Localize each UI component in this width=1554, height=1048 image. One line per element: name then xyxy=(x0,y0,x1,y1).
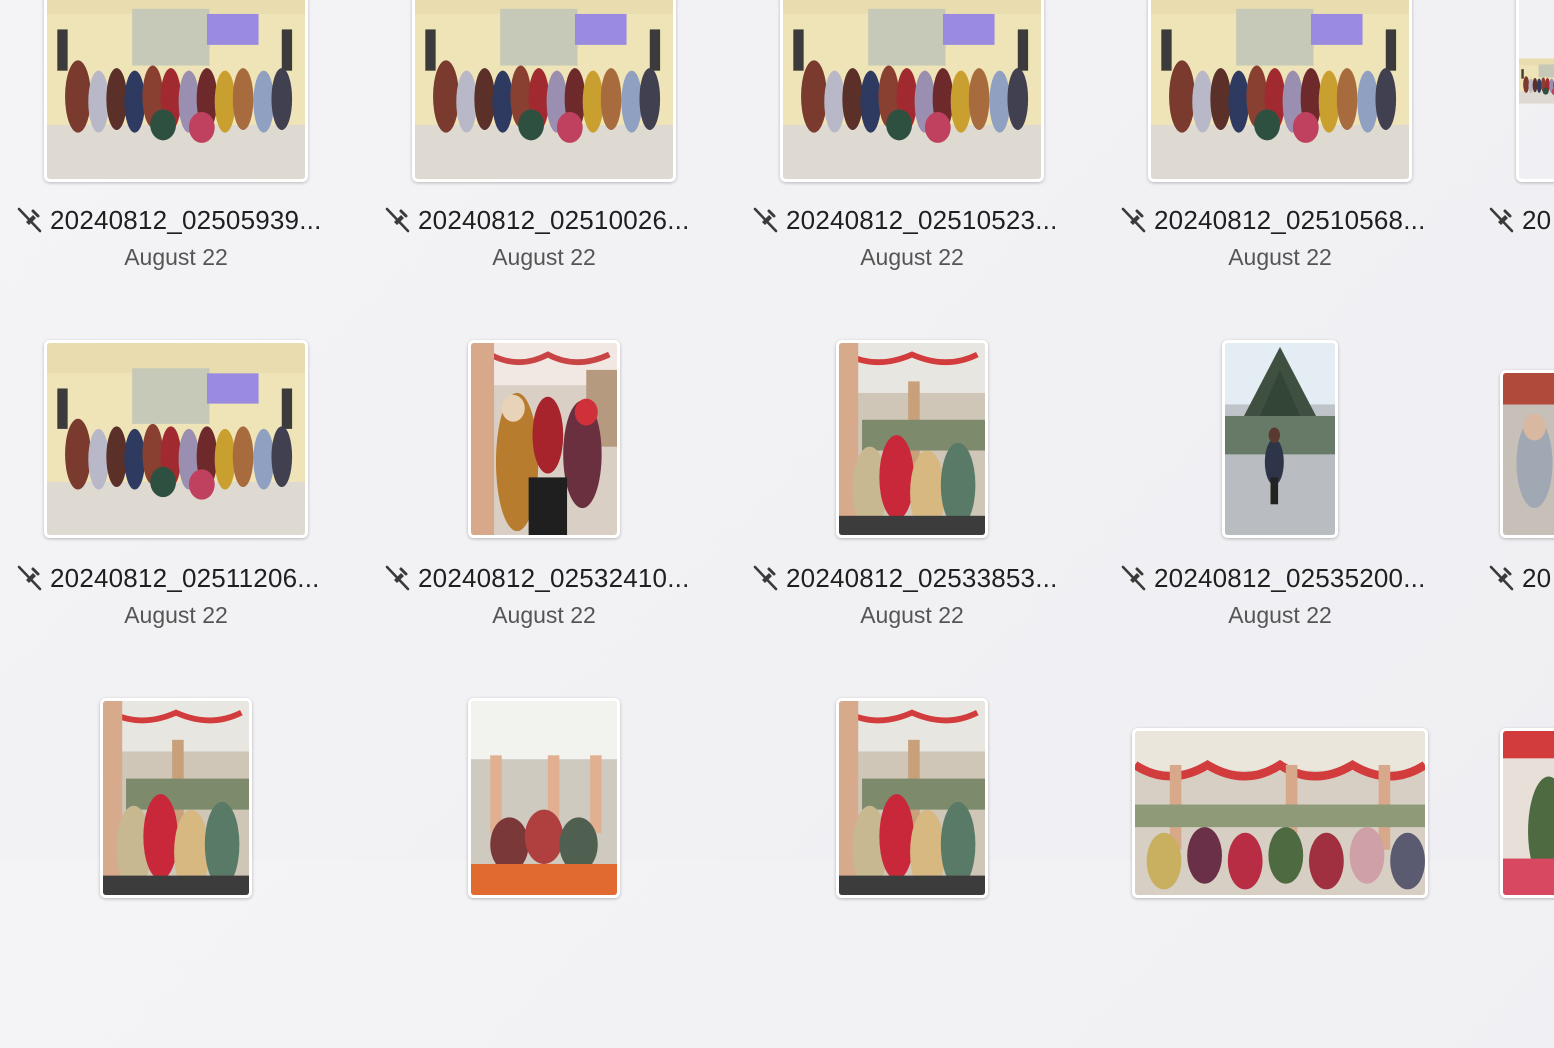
file-name: 20 xyxy=(1522,204,1552,235)
gallery-tile[interactable]: 20240812_02510026... August 22 xyxy=(368,0,728,330)
sync-off-icon xyxy=(382,205,412,235)
photo-thumbnail[interactable] xyxy=(1222,340,1338,538)
file-name: 20240812_02511206... xyxy=(50,562,320,593)
file-date: August 22 xyxy=(1228,602,1332,628)
photo-thumbnail[interactable] xyxy=(44,0,308,182)
gallery-tile[interactable]: 20 xyxy=(1472,340,1554,690)
file-name: 20240812_02533853... xyxy=(786,562,1058,593)
gallery-tile[interactable]: 20240812_02505939... August 22 xyxy=(0,0,360,330)
file-name: 20240812_02535200... xyxy=(1154,562,1426,593)
gallery-tile[interactable] xyxy=(1472,698,1554,1048)
photo-thumbnail[interactable] xyxy=(836,698,988,898)
sync-off-icon xyxy=(750,563,780,593)
sync-off-icon xyxy=(1118,563,1148,593)
file-date: August 22 xyxy=(124,244,228,270)
gallery-tile[interactable] xyxy=(368,698,728,1048)
sync-off-icon xyxy=(1486,563,1516,593)
gallery-tile[interactable] xyxy=(1104,698,1464,1048)
photo-gallery-grid: 20240812_02505939... August 22 20240812_… xyxy=(0,0,1554,898)
gallery-tile[interactable] xyxy=(736,698,1096,1048)
gallery-tile[interactable]: 20240812_02532410... August 22 xyxy=(368,340,728,690)
photo-thumbnail[interactable] xyxy=(468,340,620,538)
gallery-tile[interactable]: 20240812_02510523... August 22 xyxy=(736,0,1096,330)
file-name: 20240812_02510026... xyxy=(418,204,690,235)
gallery-tile[interactable]: 20240812_02533853... August 22 xyxy=(736,340,1096,690)
gallery-tile[interactable]: 20240812_02535200... August 22 xyxy=(1104,340,1464,690)
photo-thumbnail[interactable] xyxy=(100,698,252,898)
gallery-tile[interactable]: 20240812_02510568... August 22 xyxy=(1104,0,1464,330)
sync-off-icon xyxy=(14,205,44,235)
file-date: August 22 xyxy=(1228,244,1332,270)
sync-off-icon xyxy=(14,563,44,593)
file-name: 20240812_02510568... xyxy=(1154,204,1426,235)
photo-thumbnail[interactable] xyxy=(1500,728,1554,898)
file-name: 20240812_02510523... xyxy=(786,204,1058,235)
file-date: August 22 xyxy=(492,244,596,270)
sync-off-icon xyxy=(1486,205,1516,235)
photo-thumbnail[interactable] xyxy=(836,340,988,538)
photo-thumbnail[interactable] xyxy=(780,0,1044,182)
file-name: 20240812_02532410... xyxy=(418,562,690,593)
sync-off-icon xyxy=(750,205,780,235)
file-date: August 22 xyxy=(860,244,964,270)
file-name: 20240812_02505939... xyxy=(50,204,322,235)
photo-thumbnail[interactable] xyxy=(1516,0,1554,182)
photo-thumbnail[interactable] xyxy=(1132,728,1428,898)
photo-thumbnail[interactable] xyxy=(412,0,676,182)
file-date: August 22 xyxy=(492,602,596,628)
photo-thumbnail[interactable] xyxy=(1148,0,1412,182)
photo-thumbnail[interactable] xyxy=(44,340,308,538)
file-date: August 22 xyxy=(860,602,964,628)
gallery-tile[interactable]: 20240812_02511206... August 22 xyxy=(0,340,360,690)
file-name: 20 xyxy=(1522,562,1552,593)
gallery-tile[interactable]: 20 xyxy=(1472,0,1554,330)
sync-off-icon xyxy=(1118,205,1148,235)
photo-thumbnail[interactable] xyxy=(1500,370,1554,538)
gallery-tile[interactable] xyxy=(0,698,360,1048)
photo-thumbnail[interactable] xyxy=(468,698,620,898)
sync-off-icon xyxy=(382,563,412,593)
file-date: August 22 xyxy=(124,602,228,628)
